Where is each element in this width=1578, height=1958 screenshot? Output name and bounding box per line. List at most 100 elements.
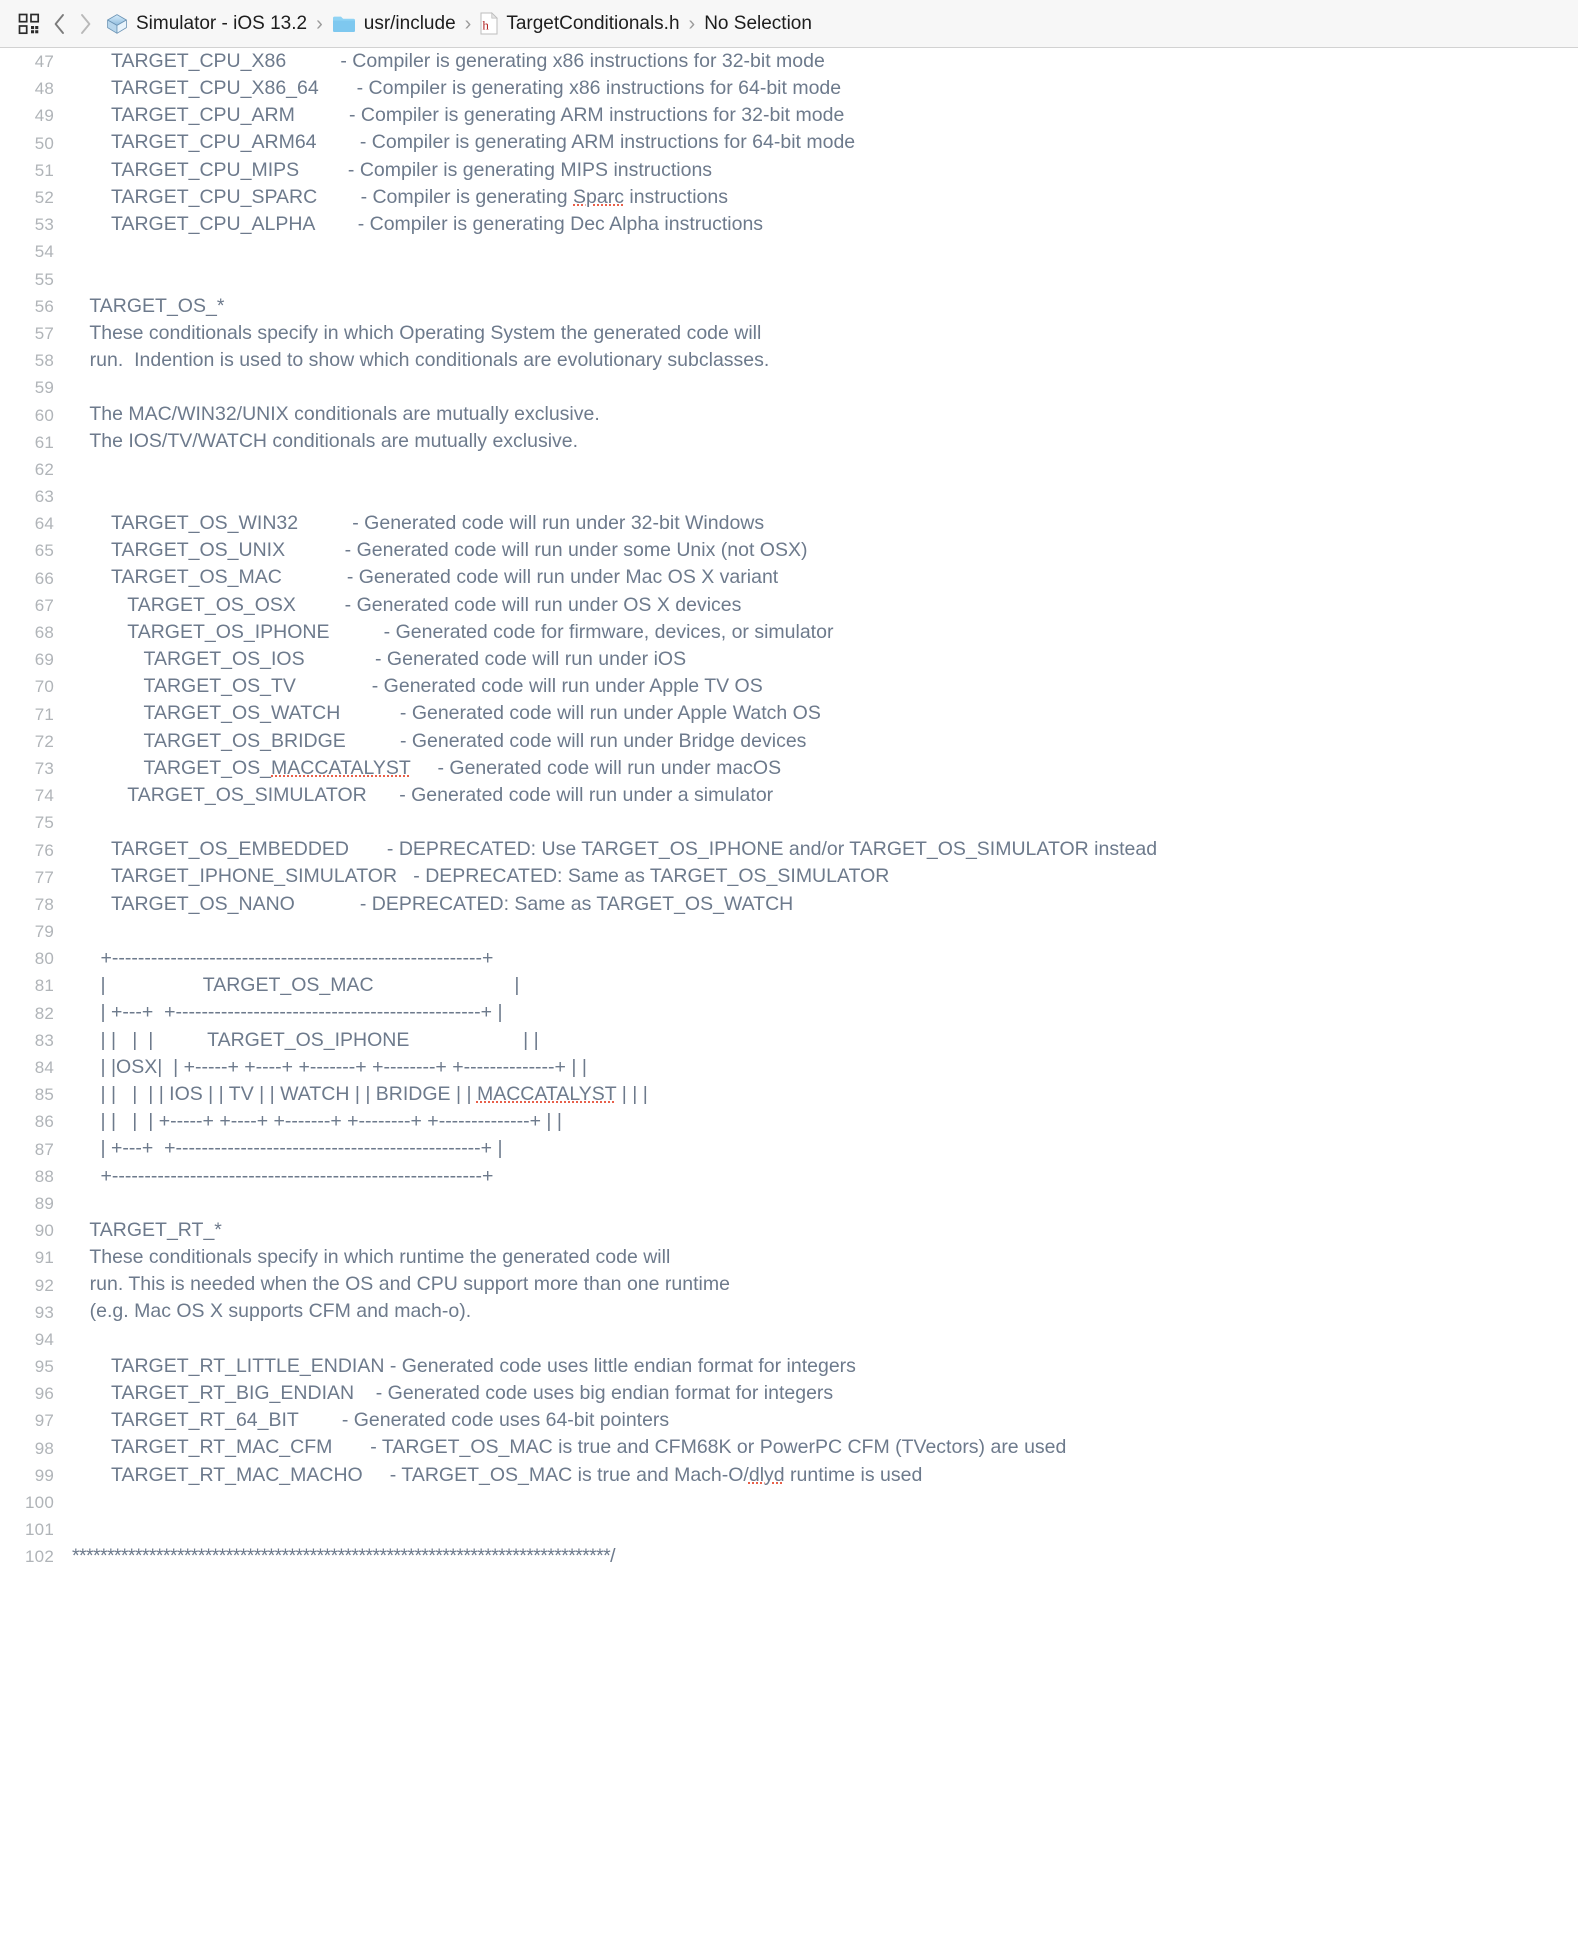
code-line[interactable]: 79 (0, 918, 1578, 945)
code-line[interactable]: 78 TARGET_OS_NANO - DEPRECATED: Same as … (0, 891, 1578, 918)
code-line[interactable]: 54 (0, 238, 1578, 265)
line-number: 98 (34, 1438, 54, 1458)
code-line[interactable]: 77 TARGET_IPHONE_SIMULATOR - DEPRECATED:… (0, 864, 1578, 891)
code-line[interactable]: 102 *************************************… (0, 1543, 1578, 1570)
line-number: 58 (34, 351, 54, 371)
code-line[interactable]: 91 These conditionals specify in which r… (0, 1244, 1578, 1271)
code-line[interactable]: 63 (0, 483, 1578, 510)
code-line[interactable]: 87 | +---+ +----------------------------… (0, 1136, 1578, 1163)
line-number: 93 (34, 1302, 54, 1322)
code-line[interactable]: 69 TARGET_OS_IOS - Generated code will r… (0, 646, 1578, 673)
code-line[interactable]: 96 TARGET_RT_BIG_ENDIAN - Generated code… (0, 1380, 1578, 1407)
code-line[interactable]: 52 TARGET_CPU_SPARC - Compiler is genera… (0, 184, 1578, 211)
code-line[interactable]: 58 run. Indention is used to show which … (0, 347, 1578, 374)
line-number: 54 (34, 242, 54, 262)
code-line[interactable]: 101 (0, 1516, 1578, 1543)
line-number: 97 (34, 1411, 54, 1431)
code-line[interactable]: 57 These conditionals specify in which O… (0, 320, 1578, 347)
code-line[interactable]: 100 (0, 1489, 1578, 1516)
line-number: 79 (34, 922, 54, 942)
code-line[interactable]: 90 TARGET_RT_* (0, 1217, 1578, 1244)
code-line[interactable]: 70 TARGET_OS_TV - Generated code will ru… (0, 673, 1578, 700)
line-number: 95 (34, 1357, 54, 1377)
line-number: 90 (34, 1221, 54, 1241)
code-line[interactable]: 66 TARGET_OS_MAC - Generated code will r… (0, 565, 1578, 592)
code-line[interactable]: 73 TARGET_OS_MACCATALYST - Generated cod… (0, 755, 1578, 782)
code-line-text: TARGET_RT_MAC_MACHO - TARGET_OS_MAC is t… (68, 1463, 923, 1486)
code-line-text: TARGET_OS_* (68, 294, 225, 317)
code-lines-container[interactable]: 47 TARGET_CPU_X86 - Compiler is generati… (0, 48, 1578, 1958)
breadcrumb-item-folder[interactable]: usr/include (332, 14, 456, 34)
code-line[interactable]: 53 TARGET_CPU_ALPHA - Compiler is genera… (0, 211, 1578, 238)
code-line[interactable]: 49 TARGET_CPU_ARM - Compiler is generati… (0, 102, 1578, 129)
line-number: 70 (34, 677, 54, 697)
code-line[interactable]: 75 (0, 809, 1578, 836)
code-line[interactable]: 71 TARGET_OS_WATCH - Generated code will… (0, 701, 1578, 728)
code-line[interactable]: 61 The IOS/TV/WATCH conditionals are mut… (0, 429, 1578, 456)
code-line[interactable]: 51 TARGET_CPU_MIPS - Compiler is generat… (0, 157, 1578, 184)
code-line[interactable]: 68 TARGET_OS_IPHONE - Generated code for… (0, 619, 1578, 646)
code-line[interactable]: 55 (0, 266, 1578, 293)
code-line[interactable]: 82 | +---+ +----------------------------… (0, 1000, 1578, 1027)
navigate-back-button[interactable] (46, 7, 72, 41)
code-line[interactable]: 85 | | | | | IOS | | TV | | WATCH | | BR… (0, 1081, 1578, 1108)
breadcrumb-item-simulator[interactable]: Simulator - iOS 13.2 (106, 13, 307, 35)
code-line[interactable]: 65 TARGET_OS_UNIX - Generated code will … (0, 537, 1578, 564)
code-line[interactable]: 95 TARGET_RT_LITTLE_ENDIAN - Generated c… (0, 1353, 1578, 1380)
code-line[interactable]: 98 TARGET_RT_MAC_CFM - TARGET_OS_MAC is … (0, 1435, 1578, 1462)
code-line[interactable]: 89 (0, 1190, 1578, 1217)
code-line[interactable]: 83 | | | | TARGET_OS_IPHONE | | (0, 1027, 1578, 1054)
code-line[interactable]: 64 TARGET_OS_WIN32 - Generated code will… (0, 510, 1578, 537)
line-number: 65 (34, 541, 54, 561)
breadcrumb-separator: › (316, 12, 323, 35)
code-line-text: TARGET_OS_MAC - Generated code will run … (68, 566, 779, 589)
code-line[interactable]: 80 +------------------------------------… (0, 945, 1578, 972)
code-line[interactable]: 94 (0, 1326, 1578, 1353)
code-line[interactable]: 47 TARGET_CPU_X86 - Compiler is generati… (0, 48, 1578, 75)
line-number: 61 (34, 432, 54, 452)
code-line[interactable]: 62 (0, 456, 1578, 483)
navigate-forward-button[interactable] (72, 7, 98, 41)
code-line-text: | |OSX| | +-----+ +----+ +-------+ +----… (68, 1055, 587, 1078)
code-line[interactable]: 93 (e.g. Mac OS X supports CFM and mach-… (0, 1299, 1578, 1326)
line-number: 96 (34, 1384, 54, 1404)
line-number: 84 (34, 1058, 54, 1078)
code-line-text: These conditionals specify in which Oper… (68, 321, 762, 344)
simulator-icon (107, 13, 127, 34)
breadcrumb-separator: › (464, 12, 472, 35)
code-line[interactable]: 60 The MAC/WIN32/UNIX conditionals are m… (0, 401, 1578, 428)
code-line[interactable]: 86 | | | | +-----+ +----+ +-------+ +---… (0, 1108, 1578, 1135)
code-line[interactable]: 56 TARGET_OS_* (0, 293, 1578, 320)
related-items-button[interactable] (12, 7, 46, 41)
code-line[interactable]: 48 TARGET_CPU_X86_64 - Compiler is gener… (0, 75, 1578, 102)
code-line[interactable]: 99 TARGET_RT_MAC_MACHO - TARGET_OS_MAC i… (0, 1462, 1578, 1489)
breadcrumb-item-file[interactable]: h TargetConditionals.h (480, 12, 680, 35)
code-line-text: TARGET_RT_64_BIT - Generated code uses 6… (68, 1409, 670, 1432)
code-line[interactable]: 88 +------------------------------------… (0, 1163, 1578, 1190)
code-line-text: | | | | +-----+ +----+ +-------+ +------… (68, 1110, 562, 1133)
code-line[interactable]: 50 TARGET_CPU_ARM64 - Compiler is genera… (0, 130, 1578, 157)
spellcheck-word: dlyd (748, 1463, 785, 1486)
code-line-text: (e.g. Mac OS X supports CFM and mach-o). (68, 1300, 472, 1323)
line-number: 88 (34, 1166, 54, 1186)
code-line[interactable]: 67 TARGET_OS_OSX - Generated code will r… (0, 592, 1578, 619)
code-line-text: TARGET_OS_MACCATALYST - Generated code w… (68, 756, 782, 779)
line-number: 56 (34, 296, 54, 316)
code-line-text: run. Indention is used to show which con… (68, 348, 770, 371)
header-file-icon: h (480, 12, 499, 35)
code-line[interactable]: 92 run. This is needed when the OS and C… (0, 1271, 1578, 1298)
code-line-text: TARGET_CPU_ARM - Compiler is generating … (68, 104, 845, 127)
code-line[interactable]: 81 | TARGET_OS_MAC | (0, 972, 1578, 999)
line-number: 52 (34, 188, 54, 208)
source-editor[interactable]: 47 TARGET_CPU_X86 - Compiler is generati… (0, 48, 1578, 1958)
chevron-right-icon (80, 13, 90, 34)
code-line[interactable]: 76 TARGET_OS_EMBEDDED - DEPRECATED: Use … (0, 836, 1578, 863)
code-line[interactable]: 97 TARGET_RT_64_BIT - Generated code use… (0, 1407, 1578, 1434)
breadcrumb-item-selection[interactable]: No Selection (704, 14, 812, 33)
code-line[interactable]: 84 | |OSX| | +-----+ +----+ +-------+ +-… (0, 1054, 1578, 1081)
code-line[interactable]: 74 TARGET_OS_SIMULATOR - Generated code … (0, 782, 1578, 809)
breadcrumb: Simulator - iOS 13.2 › usr/include › h T… (106, 12, 812, 35)
code-line[interactable]: 59 (0, 374, 1578, 401)
code-line-text: TARGET_OS_NANO - DEPRECATED: Same as TAR… (68, 892, 794, 915)
code-line[interactable]: 72 TARGET_OS_BRIDGE - Generated code wil… (0, 728, 1578, 755)
